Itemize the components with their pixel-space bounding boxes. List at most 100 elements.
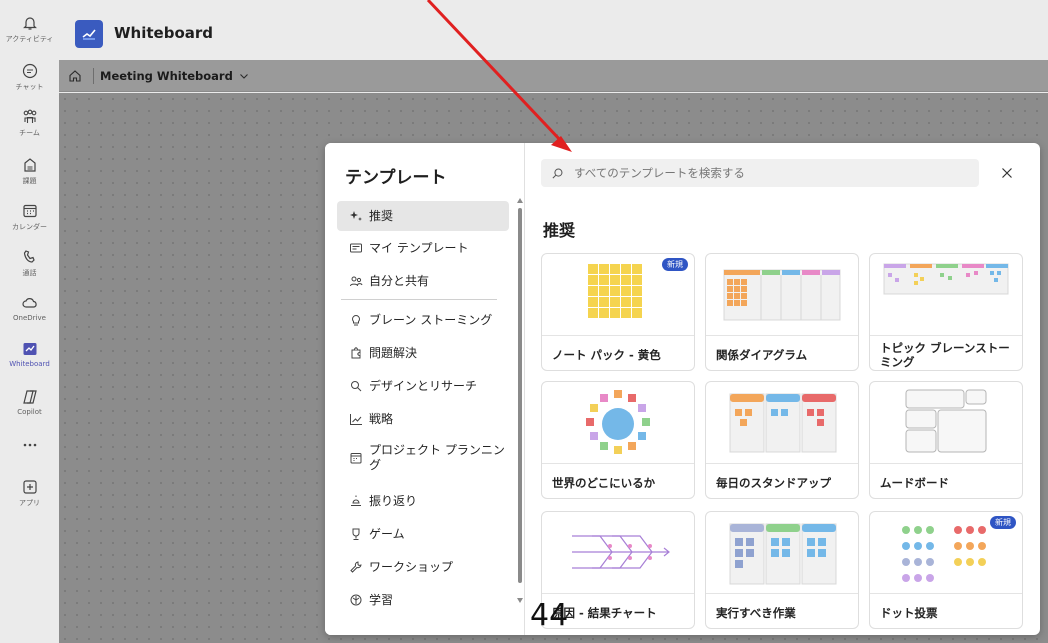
close-icon	[1002, 168, 1012, 178]
app-title: Whiteboard	[114, 24, 214, 42]
template-card-relationship-diagram[interactable]: 関係ダイアグラム	[705, 253, 859, 371]
category-label: ゲーム	[369, 526, 405, 541]
category-panel: テンプレート 推奨 マイ テンプレート 自分と共有 ブレーン ストーミング 問題…	[325, 143, 525, 635]
rail-label: アクティビティ	[5, 35, 54, 43]
category-label: プロジェクト プランニング	[369, 443, 505, 472]
template-card-note-pack[interactable]: 新規 ノート パック - 黄色	[541, 253, 695, 371]
breadcrumb: Meeting Whiteboard	[59, 60, 1048, 92]
template-gallery: 推奨 新規 ノート パック - 黄色	[525, 143, 1040, 635]
template-thumbnail	[542, 512, 694, 594]
scroll-up-arrow-icon[interactable]	[517, 198, 523, 203]
cause-effect-thumbnail-graphic	[572, 535, 670, 569]
template-thumbnail	[542, 382, 694, 464]
search-icon	[552, 168, 563, 179]
bell-icon	[22, 17, 37, 30]
template-card-label: 毎日のスタンドアップ	[716, 476, 831, 490]
left-rail: アクティビティ チャット チーム 課題 カレンダー 通話 OneDrive Wh…	[0, 0, 59, 643]
template-card-action-items[interactable]: 実行すべき作業	[705, 511, 859, 629]
new-badge: 新規	[990, 516, 1016, 529]
rail-label: アプリ	[19, 499, 40, 507]
scroll-down-arrow-icon[interactable]	[517, 598, 523, 603]
rail-item-whiteboard[interactable]: Whiteboard	[0, 340, 59, 386]
scrollbar-thumb[interactable]	[518, 208, 522, 583]
add-app-icon	[22, 480, 37, 494]
action-items-thumbnail-graphic	[729, 523, 837, 585]
category-design-research[interactable]: デザインとリサーチ	[337, 371, 509, 401]
template-card-label: ドット投票	[880, 606, 938, 620]
rail-item-onedrive[interactable]: OneDrive	[0, 294, 59, 340]
lightbulb-icon	[352, 315, 360, 326]
trophy-icon	[352, 528, 360, 540]
category-games[interactable]: ゲーム	[337, 519, 509, 549]
teams-window: アクティビティ チャット チーム 課題 カレンダー 通話 OneDrive Wh…	[0, 0, 1048, 643]
daily-standup-thumbnail-graphic	[729, 393, 837, 453]
rail-label: カレンダー	[12, 223, 47, 231]
category-problem-solving[interactable]: 問題解決	[337, 338, 509, 368]
category-label: 問題解決	[369, 345, 418, 360]
rail-item-assignments[interactable]: 課題	[0, 156, 59, 202]
page-number: 44	[530, 598, 569, 633]
rail-label: チーム	[19, 129, 40, 137]
home-icon[interactable]	[67, 68, 83, 84]
category-scrollbar[interactable]	[517, 198, 523, 618]
template-card-label: 原因 - 結果チャート	[552, 606, 657, 620]
dialog-title: テンプレート	[345, 168, 447, 188]
calendar-icon	[22, 204, 37, 218]
category-label: 推奨	[369, 208, 394, 223]
template-card-where-in-world[interactable]: 世界のどこにいるか	[541, 381, 695, 499]
rail-item-copilot[interactable]: Copilot	[0, 388, 59, 434]
sparkle-icon	[350, 211, 362, 221]
retro-icon	[351, 495, 361, 506]
category-my-templates[interactable]: マイ テンプレート	[337, 233, 509, 263]
rail-item-apps[interactable]: アプリ	[0, 478, 59, 524]
template-card-moodboard[interactable]: ムードボード	[869, 381, 1023, 499]
template-card-label: 実行すべき作業	[716, 606, 796, 620]
category-label: 戦略	[369, 411, 394, 426]
category-label: 自分と共有	[369, 273, 430, 288]
rail-item-calendar[interactable]: カレンダー	[0, 202, 59, 248]
where-in-world-thumbnail-graphic	[586, 390, 650, 454]
rail-label: チャット	[15, 83, 44, 91]
rail-item-activity[interactable]: アクティビティ	[0, 14, 59, 60]
topic-brainstorming-thumbnail-graphic	[883, 263, 1009, 295]
rail-item-calls[interactable]: 通話	[0, 248, 59, 294]
category-workshop[interactable]: ワークショップ	[337, 552, 509, 582]
whiteboard-title[interactable]: Meeting Whiteboard	[100, 69, 233, 83]
template-card-topic-brainstorming[interactable]: トピック ブレーンストーミング	[869, 253, 1023, 371]
category-brainstorming[interactable]: ブレーン ストーミング	[337, 305, 509, 335]
category-label: ワークショップ	[369, 559, 454, 574]
category-label: ブレーン ストーミング	[369, 312, 493, 327]
whiteboard-logo	[75, 20, 103, 48]
template-card-dot-voting[interactable]: 新規 ドット投票	[869, 511, 1023, 629]
category-project-planning[interactable]: プロジェクト プランニング	[337, 437, 509, 477]
learning-icon	[350, 594, 362, 606]
category-learning[interactable]: 学習	[337, 585, 509, 615]
template-search-input[interactable]	[574, 166, 954, 180]
rail-item-teams[interactable]: チーム	[0, 108, 59, 154]
category-retrospective[interactable]: 振り返り	[337, 486, 509, 516]
moodboard-thumbnail-graphic	[905, 389, 987, 453]
category-strategy[interactable]: 戦略	[337, 404, 509, 434]
puzzle-icon	[351, 347, 361, 359]
copilot-icon	[22, 390, 37, 404]
template-thumbnail	[870, 382, 1022, 464]
chat-icon	[22, 63, 37, 79]
category-recommended[interactable]: 推奨	[337, 201, 509, 231]
category-label: 振り返り	[369, 493, 418, 508]
assignment-icon	[23, 158, 36, 172]
close-button[interactable]	[995, 161, 1019, 185]
template-card-label: ノート パック - 黄色	[552, 348, 661, 362]
category-shared[interactable]: 自分と共有	[337, 266, 509, 296]
template-card-label: ムードボード	[880, 476, 949, 490]
phone-icon	[23, 250, 35, 263]
rail-more-button[interactable]	[0, 436, 59, 482]
wrench-icon	[350, 561, 362, 573]
category-label: 学習	[369, 592, 394, 607]
rail-item-chat[interactable]: チャット	[0, 62, 59, 108]
chevron-down-icon[interactable]	[239, 71, 249, 81]
template-card-daily-standup[interactable]: 毎日のスタンドアップ	[705, 381, 859, 499]
template-thumbnail	[870, 254, 1022, 336]
template-search-box[interactable]	[541, 159, 979, 187]
template-thumbnail	[706, 512, 858, 594]
template-card-label: 関係ダイアグラム	[716, 348, 808, 362]
